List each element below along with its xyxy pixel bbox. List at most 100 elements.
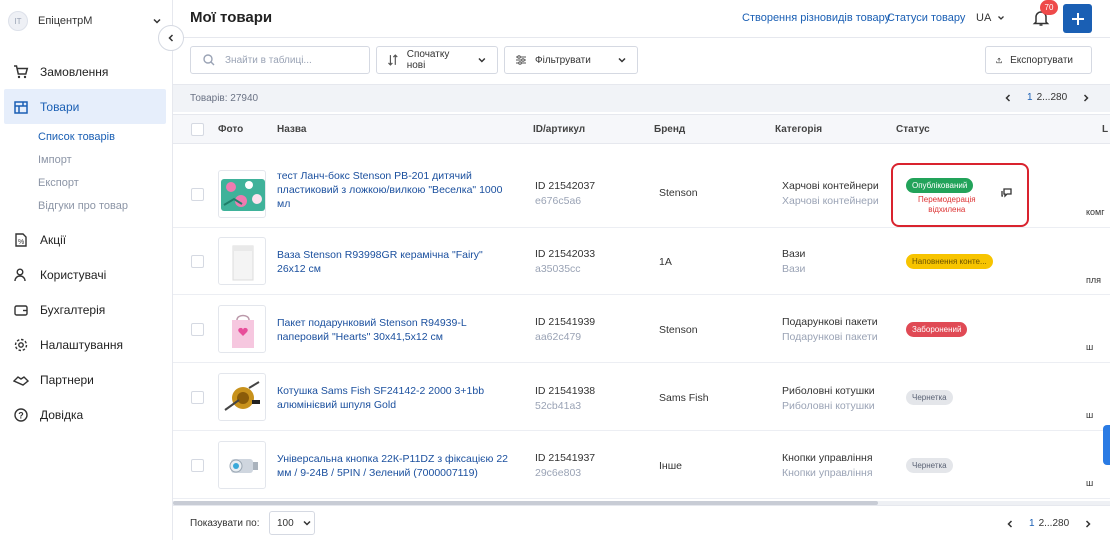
product-thumbnail[interactable] [218,441,266,489]
product-category: Вази Вази [782,247,805,277]
row-checkbox[interactable] [191,391,204,404]
product-brand: Stenson [659,187,698,199]
row-checkbox[interactable] [191,323,204,336]
gear-icon [13,337,29,353]
product-statuses-link[interactable]: Статуси товару [887,12,965,24]
chevron-left-icon[interactable] [1005,519,1015,529]
product-id: ID 21542033 a35035cc [535,247,595,277]
subnav-item-export[interactable]: Експорт [0,172,173,195]
sort-icon [388,54,398,66]
nav-item-partners[interactable]: Партнери [0,362,173,397]
product-id-value: ID 21541939 [535,316,596,328]
users-icon [13,267,29,283]
cart-icon [13,64,29,80]
status-highlight-frame [891,163,1029,227]
product-name-link[interactable]: Ваза Stenson R93998GR керамічна "Fairy" … [277,248,509,276]
product-name-link[interactable]: Універсальна кнопка 22К-P11DZ з фіксаціє… [277,452,509,480]
add-product-button[interactable] [1063,4,1092,33]
account-name: ЕпіцентрМ [38,15,93,27]
product-article: e676c5a6 [535,195,582,207]
plus-icon [1071,12,1084,25]
search-icon [203,54,215,66]
product-id: ID 21541939 aa62c479 [535,315,595,345]
table-header: Фото Назва ID/артикул Бренд Категорія Ст… [173,114,1110,144]
nav-item-help[interactable]: ? Довідка [0,397,173,432]
page-rest[interactable]: 2...280 [1037,92,1068,103]
page-rest[interactable]: 2...280 [1039,518,1070,529]
sort-label: Спочатку нові [406,49,450,71]
status-badge: Заборонений [906,322,968,337]
subnav-item-reviews[interactable]: Відгуки про товар [0,195,173,218]
chevron-right-icon[interactable] [1081,93,1091,103]
product-brand: Stenson [659,324,698,336]
column-brand[interactable]: Бренд [654,124,685,135]
select-all-checkbox[interactable] [191,123,204,136]
category-value: Кнопки управління [782,452,873,464]
nav-item-settings[interactable]: Налаштування [0,327,173,362]
status-badge: Чернетка [906,390,953,405]
chevron-down-icon [153,18,161,24]
products-panel: Знайти в таблиці... Спочатку нові Фільтр… [173,38,1110,540]
column-name[interactable]: Назва [277,124,306,135]
nav-item-products[interactable]: Товари [4,89,166,124]
product-name-link[interactable]: Пакет подарунковий Stenson R94939-L папе… [277,316,509,344]
table-row[interactable]: Котушка Sams Fish SF24142-2 2000 3+1bb а… [173,364,1110,431]
nav-item-orders[interactable]: Замовлення [0,54,173,89]
chevron-right-icon[interactable] [1083,519,1093,529]
language-select[interactable]: UA [976,12,1006,24]
per-page-select[interactable]: 100 [269,511,315,535]
product-category: Подарункові пакети Подарункові пакети [782,315,878,345]
product-id-value: ID 21542037 [535,180,596,192]
filter-button[interactable]: Фільтрувати [504,46,638,74]
account-switcher[interactable]: IT ЕпіцентрМ [8,10,162,32]
wallet-icon [13,302,29,318]
table-row[interactable]: Універсальна кнопка 22К-P11DZ з фіксаціє… [173,432,1110,499]
product-thumbnail[interactable] [218,170,266,218]
export-button[interactable]: Експортувати [985,46,1092,74]
status-badge: Наповнення конте... [906,254,993,269]
nav-item-label: Товари [40,99,80,114]
product-brand: 1A [659,256,672,268]
product-id-value: ID 21542033 [535,248,596,260]
handshake-icon [13,372,29,388]
filter-label: Фільтрувати [535,54,591,66]
sort-button[interactable]: Спочатку нові [376,46,498,74]
row-extra: ш [1086,342,1094,352]
product-brand: Інше [659,460,682,472]
product-thumbnail[interactable] [218,305,266,353]
nav-item-label: Налаштування [40,337,123,352]
product-name-link[interactable]: тест Ланч-бокс Stenson PB-201 дитячий пл… [277,169,509,211]
sidebar-collapse-button[interactable] [158,25,184,51]
column-id[interactable]: ID/артикул [533,124,585,135]
products-count: Товарів: 27940 [190,93,259,104]
nav-item-promotions[interactable]: % Акції [0,222,173,257]
product-name-link[interactable]: Котушка Sams Fish SF24142-2 2000 3+1bb а… [277,384,509,412]
nav-item-users[interactable]: Користувачі [0,257,173,292]
subnav-item-product-list[interactable]: Список товарів [0,126,173,149]
product-brand: Sams Fish [659,392,709,404]
product-category: Харчові контейнери Харчові контейнери [782,179,879,209]
chevron-down-icon [998,16,1005,20]
search-input[interactable]: Знайти в таблиці... [190,46,370,74]
page-current[interactable]: 1 [1027,92,1033,103]
nav-item-label: Довідка [40,407,84,422]
create-variants-link[interactable]: Створення різновидів товару [742,12,890,24]
chevron-left-icon[interactable] [1003,93,1013,103]
subnav-item-import[interactable]: Імпорт [0,149,173,172]
support-tab[interactable] [1103,425,1110,465]
product-thumbnail[interactable] [218,237,266,285]
product-thumbnail[interactable] [218,373,266,421]
svg-text:?: ? [18,410,24,420]
nav-item-accounting[interactable]: Бухгалтерія [0,292,173,327]
column-status[interactable]: Статус [896,124,930,135]
column-category[interactable]: Категорія [775,124,822,135]
nav-item-label: Користувачі [40,267,107,282]
row-checkbox[interactable] [191,188,204,201]
page-current[interactable]: 1 [1029,518,1035,529]
chevron-left-icon [168,34,174,42]
table-row[interactable]: Ваза Stenson R93998GR керамічна "Fairy" … [173,228,1110,295]
table-row[interactable]: Пакет подарунковий Stenson R94939-L папе… [173,296,1110,363]
row-checkbox[interactable] [191,255,204,268]
row-checkbox[interactable] [191,459,204,472]
product-id-value: ID 21541937 [535,452,596,464]
